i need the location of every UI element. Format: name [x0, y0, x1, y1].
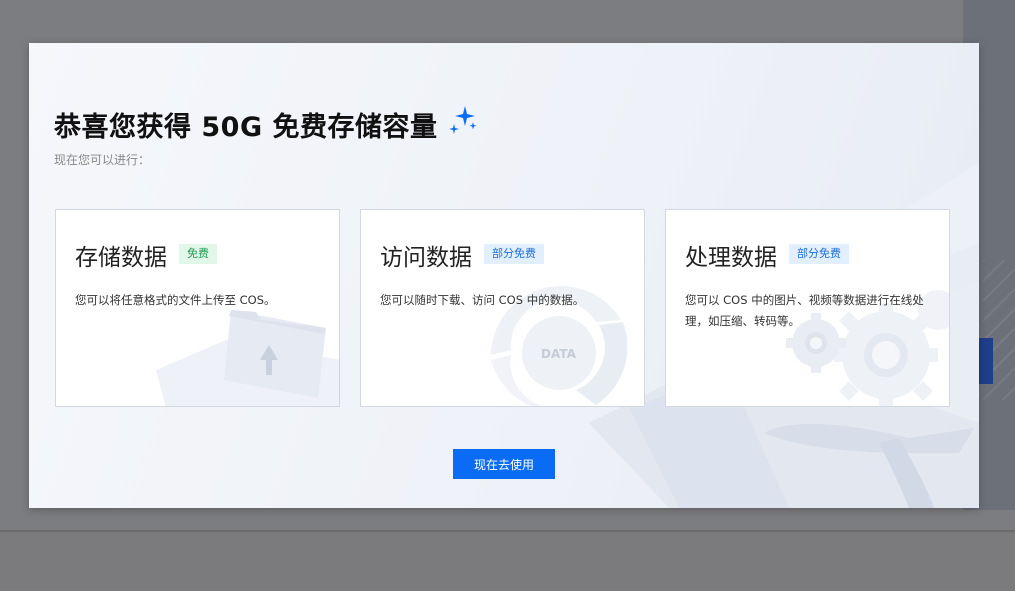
card-title: 存储数据	[75, 245, 167, 271]
card-store-data[interactable]: 存储数据 免费 您可以将任意格式的文件上传至 COS。	[55, 209, 340, 407]
partially-free-badge: 部分免费	[484, 244, 544, 264]
modal-subtitle: 现在您可以进行：	[54, 153, 151, 167]
free-badge: 免费	[179, 244, 217, 264]
card-title: 处理数据	[685, 245, 777, 271]
background-blue-block	[977, 338, 993, 384]
modal-title: 恭喜您获得 50G 免费存储容量	[54, 112, 438, 143]
start-using-button[interactable]: 现在去使用	[453, 449, 555, 479]
welcome-modal: 恭喜您获得 50G 免费存储容量 现在您可以进行： 存储数据 免费 您可以将任意…	[29, 43, 979, 508]
data-illustration-label: DATA	[541, 347, 577, 361]
background-footer-bar	[0, 530, 1015, 591]
card-title: 访问数据	[380, 245, 472, 271]
card-process-data[interactable]: 处理数据 部分免费 您可以 COS 中的图片、视频等数据进行在线处理，如压缩、转…	[665, 209, 950, 407]
card-access-data[interactable]: DATA 访问数据 部分免费 您可以随时下载、访问 COS 中的数据。	[360, 209, 645, 407]
card-description: 您可以将任意格式的文件上传至 COS。	[75, 293, 276, 307]
sparkle-icon	[449, 106, 477, 134]
card-description: 您可以 COS 中的图片、视频等数据进行在线处理，如压缩、转码等。	[685, 293, 924, 328]
card-description: 您可以随时下载、访问 COS 中的数据。	[380, 293, 585, 307]
partially-free-badge: 部分免费	[789, 244, 849, 264]
